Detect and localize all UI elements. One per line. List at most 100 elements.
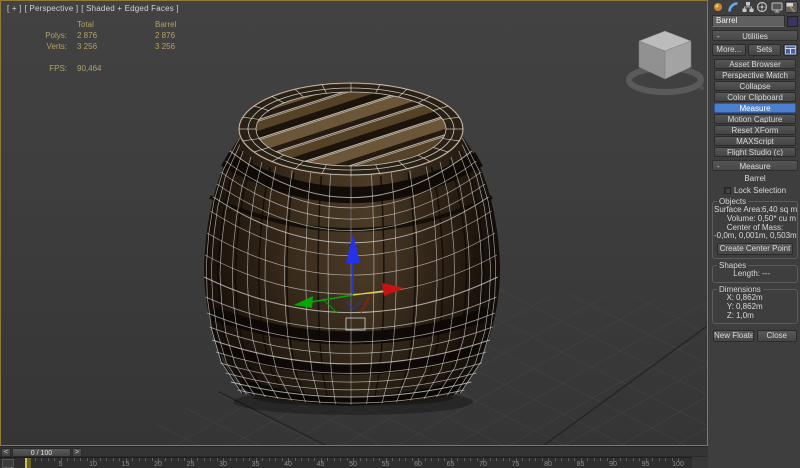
ruler-tick: [217, 458, 218, 461]
tab-modify[interactable]: [727, 1, 741, 13]
dimensions-group-title: Dimensions: [717, 286, 763, 294]
ruler-tick: [249, 458, 250, 461]
track-bar[interactable]: 5101520253035404550556065707580859095100: [0, 457, 692, 468]
viewport-label[interactable]: [ + ][ Perspective ][ Shaded + Edged Fac…: [7, 4, 182, 13]
utility-button-motion-capture[interactable]: Motion Capture: [714, 114, 796, 124]
measure-rollout-header[interactable]: - Measure: [712, 160, 798, 171]
ruler-label: 40: [284, 462, 292, 468]
utility-button-collapse[interactable]: Collapse: [714, 81, 796, 91]
tab-create[interactable]: [712, 1, 726, 13]
ruler-tick: [587, 458, 588, 461]
ruler-tick: [464, 458, 465, 461]
close-button[interactable]: Close: [757, 330, 798, 342]
ruler-label: 25: [187, 462, 195, 468]
ruler-tick: [425, 458, 426, 461]
ruler-tick: [412, 458, 413, 461]
ruler-tick: [74, 458, 75, 461]
ruler-label: 35: [252, 462, 260, 468]
ruler-tick: [373, 458, 374, 461]
utility-button-list: Asset BrowserPerspective MatchCollapseCo…: [712, 59, 798, 157]
utility-button-asset-browser[interactable]: Asset Browser: [714, 59, 796, 69]
utility-button-flight-studio-c[interactable]: Flight Studio (c): [714, 147, 796, 157]
tab-display[interactable]: [770, 1, 784, 13]
collapse-icon: -: [717, 31, 720, 42]
ruler-tick: [496, 458, 497, 461]
sets-button[interactable]: Sets: [748, 44, 782, 56]
stats-polys-total: 2 876: [77, 30, 155, 41]
time-slider-handle[interactable]: 0 / 100: [12, 448, 71, 457]
dim-z-value: 1,0m: [736, 312, 754, 321]
utility-button-maxscript[interactable]: MAXScript: [714, 136, 796, 146]
viewport-menu-shading[interactable]: [ Shaded + Edged Faces ]: [81, 4, 179, 13]
utilities-rollout-header[interactable]: - Utilities: [712, 30, 798, 41]
ruler-tick: [652, 458, 653, 461]
utilities-config-button[interactable]: [783, 44, 798, 56]
ruler-tick: [327, 458, 328, 461]
ruler-label: 85: [577, 462, 585, 468]
stats-verts-label: Verts:: [29, 41, 77, 52]
utility-button-reset-xform[interactable]: Reset XForm: [714, 125, 796, 135]
ruler-label: 80: [544, 462, 552, 468]
ruler-tick: [301, 458, 302, 461]
viewcube[interactable]: [629, 31, 704, 92]
new-floater-button[interactable]: New Floater: [713, 330, 754, 342]
ruler-tick: [230, 458, 231, 461]
ruler-tick: [457, 458, 458, 461]
lock-selection-row[interactable]: Lock Selection: [712, 186, 798, 195]
ruler-tick: [470, 458, 471, 461]
ruler-label: 65: [447, 462, 455, 468]
mini-curve-editor-icon[interactable]: [2, 459, 14, 468]
utilities-rollout-title: Utilities: [742, 32, 768, 41]
utility-button-perspective-match[interactable]: Perspective Match: [714, 70, 796, 80]
utility-button-measure[interactable]: Measure: [714, 103, 796, 113]
object-color-swatch[interactable]: [787, 16, 798, 27]
lock-selection-checkbox[interactable]: [724, 187, 731, 194]
ruler-tick: [347, 458, 348, 461]
ruler-tick: [48, 458, 49, 461]
more-button[interactable]: More...: [712, 44, 746, 56]
time-slider-track[interactable]: < 0 / 100 >: [0, 446, 708, 457]
ruler-tick: [210, 458, 211, 461]
ruler-tick: [555, 458, 556, 461]
barrel-model[interactable]: [192, 31, 511, 406]
ruler-label: 20: [154, 462, 162, 468]
ruler-tick: [633, 458, 634, 461]
object-name-field[interactable]: Barrel: [712, 15, 785, 27]
ruler-tick: [145, 458, 146, 461]
ruler-label: 5: [59, 462, 63, 468]
ruler-tick: [269, 458, 270, 461]
ruler-tick: [659, 458, 660, 461]
viewport-menu-general[interactable]: [ + ]: [7, 4, 22, 13]
ruler-tick: [165, 458, 166, 461]
shapes-group: Shapes Length:---: [712, 265, 798, 283]
ruler-tick: [41, 458, 42, 461]
ruler-tick: [295, 458, 296, 461]
ruler-tick: [67, 458, 68, 461]
ruler-label: 50: [349, 462, 357, 468]
utility-button-color-clipboard[interactable]: Color Clipboard: [714, 92, 796, 102]
perspective-viewport[interactable]: [ + ][ Perspective ][ Shaded + Edged Fac…: [0, 0, 708, 446]
ruler-tick: [334, 458, 335, 461]
ruler-tick: [204, 458, 205, 461]
next-frame-button[interactable]: >: [72, 448, 82, 457]
stats-fps-value: 90,464: [77, 63, 155, 74]
ruler-tick: [542, 458, 543, 461]
ruler-tick: [607, 458, 608, 461]
previous-frame-button[interactable]: <: [1, 448, 11, 457]
ruler-label: 60: [414, 462, 422, 468]
tab-utilities[interactable]: [785, 1, 799, 13]
current-frame-marker[interactable]: [25, 458, 31, 468]
tab-hierarchy[interactable]: [741, 1, 755, 13]
ruler-label: 15: [122, 462, 130, 468]
create-center-point-button[interactable]: Create Center Point: [717, 243, 793, 255]
ruler-tick: [431, 458, 432, 461]
ruler-tick: [262, 458, 263, 461]
ruler-tick: [379, 458, 380, 461]
tab-motion[interactable]: [756, 1, 770, 13]
stats-polys-label: Polys:: [29, 30, 77, 41]
objects-group: Objects Surface Area:6,40 sq m Volume:0,…: [712, 201, 798, 259]
lock-selection-label: Lock Selection: [734, 187, 786, 195]
viewport-menu-pov[interactable]: [ Perspective ]: [25, 4, 79, 13]
viewport-statistics: Total Barrel Polys: 2 876 2 876 Verts: 3…: [29, 19, 215, 74]
ruler-tick: [314, 458, 315, 461]
